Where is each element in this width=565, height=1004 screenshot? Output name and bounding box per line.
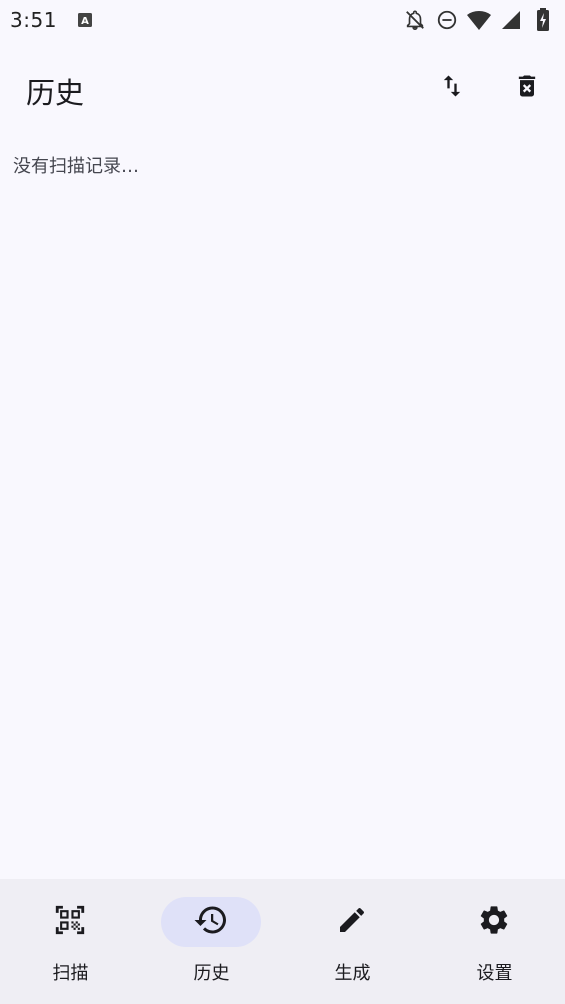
nav-item-label: 设置 <box>476 963 513 984</box>
delete-all-button[interactable] <box>503 64 551 112</box>
sort-button[interactable] <box>428 64 476 112</box>
history-icon <box>193 902 229 942</box>
nav-item-label: 扫描 <box>52 963 89 984</box>
do-not-disturb-icon <box>435 8 459 32</box>
nav-active-indicator <box>161 897 261 947</box>
nav-item-scan[interactable]: 扫描 <box>0 879 141 1004</box>
nav-item-generate[interactable]: 生成 <box>282 879 423 1004</box>
status-bar: 3:51 A <box>0 0 565 40</box>
nav-item-label: 生成 <box>334 963 371 984</box>
nav-indicator <box>444 897 544 947</box>
status-time: 3:51 <box>10 8 57 32</box>
page-title: 历史 <box>26 76 85 110</box>
nav-indicator <box>302 897 402 947</box>
cell-signal-icon <box>499 8 523 32</box>
nav-item-label: 历史 <box>193 963 230 984</box>
nav-item-history[interactable]: 历史 <box>141 879 282 1004</box>
empty-history-message: 没有扫描记录… <box>13 156 139 177</box>
top-app-bar: 历史 <box>0 56 565 120</box>
wifi-icon <box>467 8 491 32</box>
delete-forever-icon <box>513 72 541 104</box>
battery-charging-icon <box>531 8 555 32</box>
a-notification-icon: A <box>77 12 93 28</box>
nav-item-settings[interactable]: 设置 <box>424 879 565 1004</box>
svg-text:A: A <box>81 16 89 27</box>
screen: 3:51 A 历史 没有扫描记录… 扫描 历史 生成 设置 <box>0 0 565 1004</box>
notifications-off-icon <box>403 8 427 32</box>
swap-vertical-icon <box>438 72 466 104</box>
status-icons <box>403 8 555 32</box>
edit-pencil-icon <box>336 904 368 940</box>
bottom-navigation: 扫描 历史 生成 设置 <box>0 879 565 1004</box>
nav-indicator <box>20 897 120 947</box>
qr-code-scanner-icon <box>53 903 87 941</box>
settings-gear-icon <box>477 903 511 941</box>
